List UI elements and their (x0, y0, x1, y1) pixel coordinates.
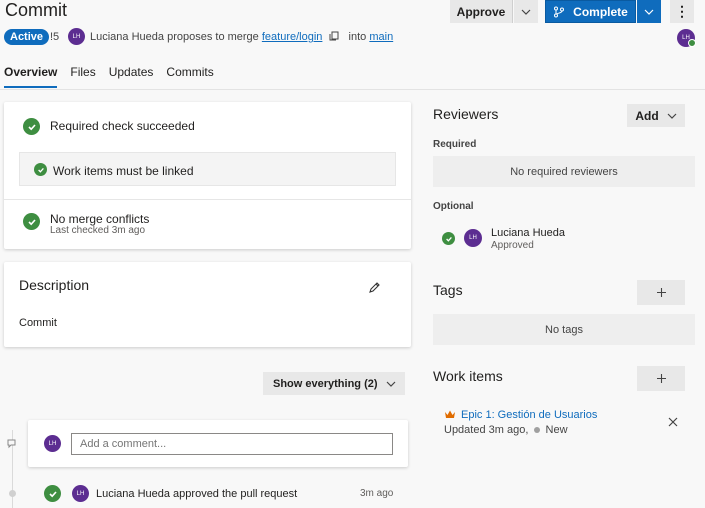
remove-work-item-icon[interactable] (668, 417, 678, 427)
chevron-down-icon (667, 113, 677, 119)
work-items-policy-row[interactable]: Work items must be linked (19, 152, 396, 186)
tab-files[interactable]: Files (70, 65, 95, 88)
add-work-item-button[interactable] (637, 366, 685, 391)
status-badge: Active (4, 29, 50, 45)
work-items-linked-text: Work items must be linked (53, 164, 194, 178)
plus-icon (656, 288, 666, 297)
into-text: into (348, 31, 367, 43)
description-body: Commit (19, 317, 57, 329)
success-check-icon (34, 163, 47, 176)
description-card: Description Commit (4, 262, 411, 347)
epic-crown-icon (445, 410, 455, 418)
merge-last-checked: Last checked 3m ago (50, 225, 146, 236)
chevron-down-icon (521, 9, 531, 15)
copy-icon[interactable] (329, 31, 339, 41)
proposes-text: proposes to merge (167, 31, 259, 43)
pr-meta: Luciana Hueda proposes to merge feature/… (90, 31, 393, 43)
approved-check-icon (44, 485, 61, 502)
success-check-icon (23, 213, 40, 230)
work-item-state: New (545, 424, 568, 436)
work-item-updated: Updated 3m ago, (444, 424, 529, 436)
page-title: Commit (5, 0, 67, 20)
online-status-dot (688, 39, 696, 47)
author-name: Luciana Hueda (90, 31, 165, 43)
card-divider (4, 199, 411, 200)
complete-dropdown-button[interactable] (637, 0, 661, 23)
comment-input[interactable] (71, 433, 393, 455)
work-items-heading: Work items (433, 368, 503, 384)
tab-updates[interactable]: Updates (109, 65, 154, 88)
no-required-reviewers: No required reviewers (433, 156, 695, 187)
tab-commits[interactable]: Commits (166, 65, 213, 88)
merge-icon (554, 6, 565, 17)
comment-avatar: LH (44, 435, 61, 452)
complete-button[interactable]: Complete (545, 0, 636, 23)
timeline-event-text: Luciana Hueda approved the pull request (96, 488, 298, 500)
description-heading: Description (19, 277, 90, 293)
comment-bubble-icon (7, 439, 16, 449)
work-item-meta: Updated 3m ago, New (444, 424, 568, 436)
required-reviewers-label: Required (433, 139, 477, 150)
chevron-down-icon (644, 9, 654, 15)
approve-button[interactable]: Approve (450, 0, 513, 23)
no-tags: No tags (433, 314, 695, 345)
add-reviewer-label: Add (635, 108, 659, 123)
checks-card: Required check succeeded Work items must… (4, 102, 411, 249)
tags-heading: Tags (433, 282, 463, 298)
tab-divider (0, 89, 705, 90)
optional-reviewers-label: Optional (433, 201, 474, 212)
reviewer-avatar: LH (464, 229, 482, 247)
merge-conflicts-text: No merge conflicts (50, 212, 150, 226)
work-item-link[interactable]: Epic 1: Gestión de Usuarios (461, 409, 597, 421)
author-avatar: LH (68, 28, 85, 45)
complete-label: Complete (573, 4, 628, 19)
reviewers-heading: Reviewers (433, 106, 499, 122)
source-branch-link[interactable]: feature/login (262, 31, 323, 43)
plus-icon (656, 374, 666, 383)
tab-bar: Overview Files Updates Commits (4, 65, 227, 88)
reviewer-status: Approved (491, 240, 534, 251)
reviewer-name[interactable]: Luciana Hueda (491, 227, 565, 239)
tab-overview[interactable]: Overview (4, 65, 58, 88)
show-everything-button[interactable]: Show everything (2) (263, 372, 405, 395)
required-check-text: Required check succeeded (50, 119, 195, 133)
more-actions-button[interactable]: ⋮ (670, 0, 694, 23)
comment-card: LH (28, 420, 408, 467)
target-branch-link[interactable]: main (369, 31, 393, 43)
add-reviewer-button[interactable]: Add (627, 104, 685, 127)
edit-pencil-icon[interactable] (368, 281, 381, 294)
timeline-dot (9, 490, 16, 497)
add-tag-button[interactable] (637, 280, 685, 305)
success-check-icon (23, 118, 40, 135)
event-avatar: LH (72, 485, 89, 502)
show-everything-label: Show everything (2) (273, 377, 378, 390)
pr-id: !5 (50, 31, 60, 43)
chevron-down-icon (386, 381, 395, 387)
state-dot (534, 427, 541, 433)
approved-check-icon (442, 232, 455, 245)
timeline-event-time: 3m ago (360, 488, 394, 499)
approve-dropdown-button[interactable] (514, 0, 538, 23)
